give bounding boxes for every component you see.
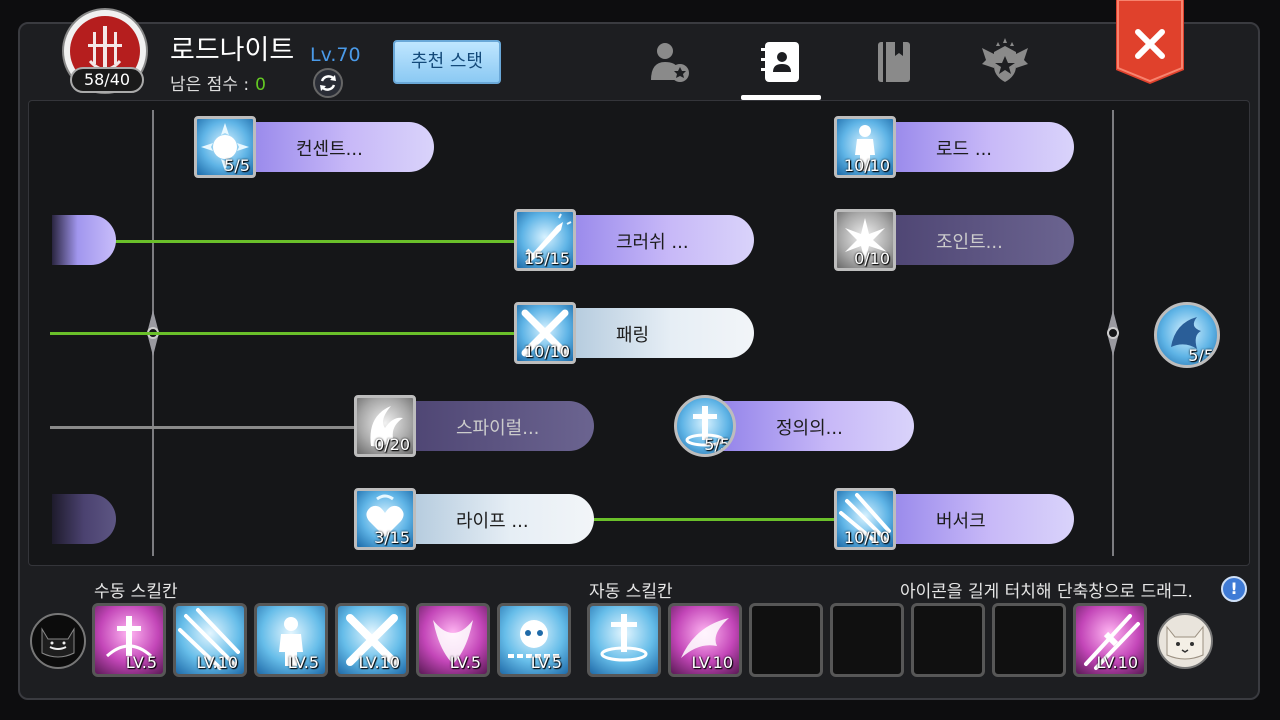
skill-node-label[interactable]: 정의의... <box>706 401 914 451</box>
skill-count: 5/5 <box>224 156 250 175</box>
job-level: Lv.70 <box>310 44 361 66</box>
skill-count: 0/10 <box>854 249 890 268</box>
skill-name: 크러쉬 ... <box>616 232 689 253</box>
manual-slots-label: 수동 스킬칸 <box>94 582 178 602</box>
slot-level: LV.5 <box>449 653 481 672</box>
skill-count: 10/10 <box>843 156 890 175</box>
skill-count: 0/20 <box>374 435 410 454</box>
skill-count: 5/5 <box>1188 346 1214 365</box>
skill-node-label[interactable]: 버서크 <box>866 494 1074 544</box>
winged-badge-icon[interactable] <box>980 38 1030 86</box>
slot-level: LV.5 <box>287 653 319 672</box>
skill-icon[interactable]: 0/20 <box>354 395 416 457</box>
skill-name: 조인트... <box>936 232 1003 253</box>
skill-name: 패링 <box>616 325 650 346</box>
slot-level: LV.10 <box>358 653 400 672</box>
skill-count: 10/10 <box>523 342 570 361</box>
skill-icon[interactable]: 5/5 <box>674 395 736 457</box>
connector-line <box>50 332 520 335</box>
connector-line <box>590 518 840 521</box>
skill-node-label[interactable]: 크러쉬 ... <box>546 215 754 265</box>
skill-node-label[interactable]: 컨센트... <box>226 122 434 172</box>
white-cat-icon[interactable] <box>1157 613 1213 669</box>
manual-slot[interactable]: LV.5 <box>92 603 166 677</box>
skill-icon[interactable]: 15/15 <box>514 209 576 271</box>
skill-icon[interactable]: 0/10 <box>834 209 896 271</box>
slot-level: LV.10 <box>196 653 238 672</box>
skill-name: 로드 ... <box>936 139 993 160</box>
skill-icon[interactable]: 5/5 <box>194 116 256 178</box>
skill-icon[interactable]: 5/5 <box>1154 302 1220 368</box>
skill-name: 스파이럴... <box>456 418 540 439</box>
ornament-right-icon <box>1107 310 1119 356</box>
black-cat-icon[interactable] <box>30 613 86 669</box>
contact-book-icon[interactable] <box>757 38 807 86</box>
job-name: 로드나이트 <box>170 35 295 66</box>
close-button[interactable] <box>1116 0 1184 86</box>
auto-slots-label: 자동 스킬칸 <box>589 582 673 602</box>
manual-slot[interactable]: LV.5 <box>254 603 328 677</box>
remaining-points-label: 남은 점수 : <box>170 75 250 95</box>
skill-icon[interactable]: 10/10 <box>514 302 576 364</box>
skill-node-label[interactable]: 패링 <box>546 308 754 358</box>
auto-slot[interactable]: LV.10 <box>1073 603 1147 677</box>
person-star-icon[interactable] <box>645 38 695 86</box>
info-icon[interactable]: ! <box>1221 576 1247 602</box>
auto-slot[interactable] <box>587 603 661 677</box>
skill-count: 10/10 <box>843 528 890 547</box>
recommend-stat-button[interactable]: 추천 스탯 <box>393 40 501 84</box>
book-icon[interactable] <box>869 38 919 86</box>
skill-icon[interactable]: 10/10 <box>834 116 896 178</box>
manual-slot[interactable]: LV.10 <box>335 603 409 677</box>
manual-slot[interactable]: LV.10 <box>173 603 247 677</box>
auto-slot[interactable]: LV.10 <box>668 603 742 677</box>
offscreen-skill-pill[interactable] <box>52 494 116 544</box>
skill-name: 라이프 ... <box>456 511 529 532</box>
offscreen-skill-pill[interactable] <box>52 215 116 265</box>
skill-node-label[interactable]: 라이프 ... <box>386 494 594 544</box>
skill-node-label[interactable]: 로드 ... <box>866 122 1074 172</box>
slot-level: LV.10 <box>691 653 733 672</box>
skill-count: 15/15 <box>523 249 570 268</box>
auto-slot-empty[interactable] <box>749 603 823 677</box>
skill-node-label[interactable]: 스파이럴... <box>386 401 594 451</box>
skill-icon[interactable]: 10/10 <box>834 488 896 550</box>
drag-hint: 아이콘을 길게 터치해 단축창으로 드래그. <box>900 582 1193 602</box>
auto-slot-empty[interactable] <box>992 603 1066 677</box>
manual-slot[interactable]: LV.5 <box>416 603 490 677</box>
connector-line <box>110 240 520 243</box>
skill-node-label[interactable]: 조인트... <box>866 215 1074 265</box>
skill-icon[interactable]: 3/15 <box>354 488 416 550</box>
skill-name: 버서크 <box>936 511 986 532</box>
skill-name: 컨센트... <box>296 139 363 160</box>
skill-name: 정의의... <box>776 418 843 439</box>
auto-slot-empty[interactable] <box>830 603 904 677</box>
skill-points-badge: 58/40 <box>70 67 144 93</box>
skill-count: 3/15 <box>374 528 410 547</box>
manual-slot[interactable]: LV.5 <box>497 603 571 677</box>
skill-count: 5/5 <box>704 435 730 454</box>
slot-level: LV.5 <box>530 653 562 672</box>
connector-line <box>50 426 360 429</box>
remaining-points: 남은 점수 :0 <box>170 70 266 95</box>
slot-level: LV.5 <box>125 653 157 672</box>
remaining-points-value: 0 <box>255 75 266 95</box>
refresh-icon[interactable] <box>313 68 343 98</box>
close-icon <box>1116 0 1184 84</box>
auto-slot-empty[interactable] <box>911 603 985 677</box>
slot-level: LV.10 <box>1096 653 1138 672</box>
